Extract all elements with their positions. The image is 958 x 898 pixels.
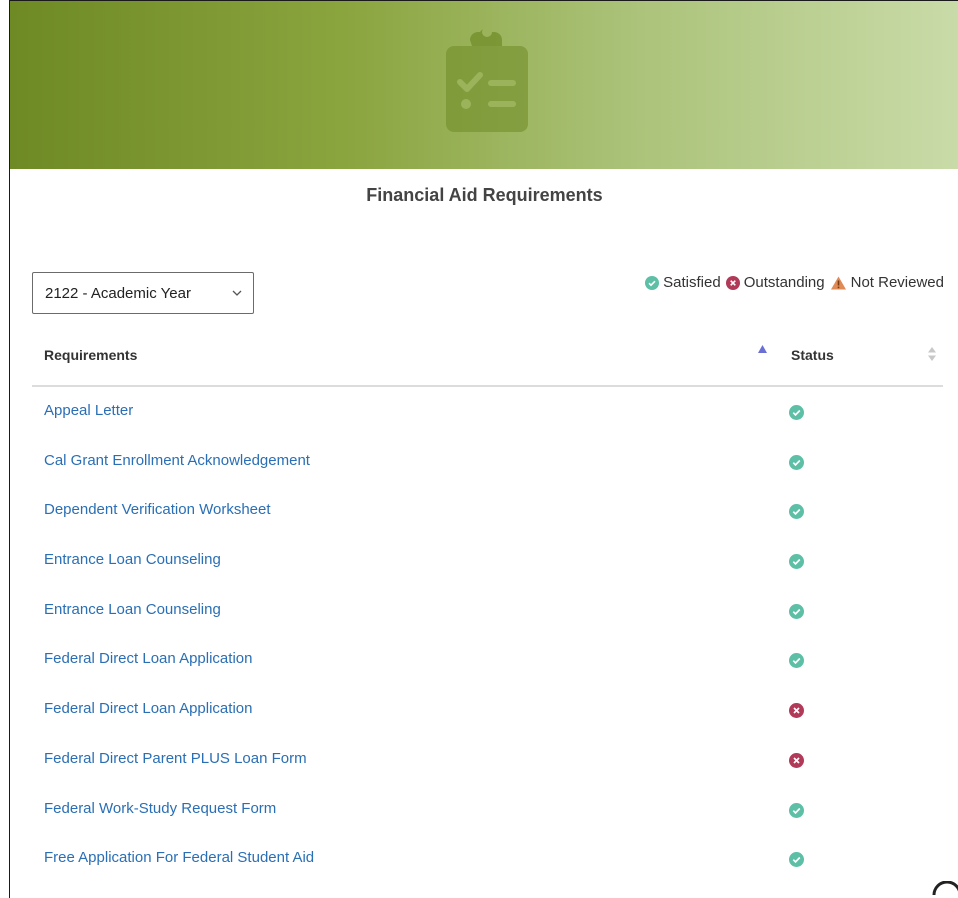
clipboard-checklist-icon bbox=[446, 27, 528, 132]
sort-ascending-icon[interactable] bbox=[758, 345, 767, 353]
header-banner bbox=[10, 1, 958, 169]
requirement-link[interactable]: Federal Direct Loan Application bbox=[44, 700, 252, 717]
requirement-link[interactable]: Free Application For Federal Student Aid bbox=[44, 849, 314, 866]
x-circle-icon bbox=[789, 752, 804, 768]
page-title: Financial Aid Requirements bbox=[366, 185, 603, 205]
requirements-card: Financial Aid Requirements 2122 - Academ… bbox=[9, 0, 958, 898]
legend-satisfied: Satisfied bbox=[645, 274, 721, 291]
x-circle-icon bbox=[789, 703, 804, 719]
table-row: Entrance Loan Counseling bbox=[32, 537, 943, 587]
requirement-link[interactable]: Federal Direct Parent PLUS Loan Form bbox=[44, 750, 307, 767]
check-circle-icon bbox=[645, 275, 660, 290]
chevron-down-icon bbox=[232, 290, 242, 296]
requirement-link[interactable]: Entrance Loan Counseling bbox=[44, 601, 221, 618]
table-row: Federal Direct Loan Application bbox=[32, 636, 943, 686]
table-row: Appeal Letter bbox=[32, 388, 943, 438]
check-circle-icon bbox=[789, 504, 804, 520]
table-row: Free Application For Federal Student Aid bbox=[32, 835, 943, 885]
status-legend: Satisfied Outstanding Not Reviewed bbox=[640, 274, 944, 291]
requirement-link[interactable]: Federal Work-Study Request Form bbox=[44, 800, 276, 817]
column-header-status[interactable]: Status bbox=[791, 347, 834, 363]
check-circle-icon bbox=[789, 802, 804, 818]
check-circle-icon bbox=[789, 653, 804, 669]
requirement-link[interactable]: Cal Grant Enrollment Acknowledgement bbox=[44, 452, 310, 469]
table-row: Cal Grant Enrollment Acknowledgement bbox=[32, 438, 943, 488]
requirement-link[interactable]: Entrance Loan Counseling bbox=[44, 551, 221, 568]
requirements-list: Appeal Letter Cal Grant Enrollment Acknow… bbox=[32, 388, 943, 885]
check-circle-icon bbox=[789, 454, 804, 470]
requirement-link[interactable]: Dependent Verification Worksheet bbox=[44, 501, 271, 518]
legend-not-reviewed: Not Reviewed bbox=[830, 274, 944, 291]
check-circle-icon bbox=[789, 603, 804, 619]
corner-indicator-icon bbox=[932, 881, 958, 896]
table-row: Federal Work-Study Request Form bbox=[32, 786, 943, 836]
requirement-link[interactable]: Federal Direct Loan Application bbox=[44, 650, 252, 667]
academic-year-select[interactable]: 2122 - Academic Year bbox=[32, 272, 254, 314]
table-row: Federal Direct Loan Application bbox=[32, 686, 943, 736]
table-row: Entrance Loan Counseling bbox=[32, 587, 943, 637]
academic-year-value: 2122 - Academic Year bbox=[45, 284, 191, 302]
table-row: Federal Direct Parent PLUS Loan Form bbox=[32, 736, 943, 786]
table-row: Dependent Verification Worksheet bbox=[32, 487, 943, 537]
check-circle-icon bbox=[789, 554, 804, 570]
table-header: Requirements Status bbox=[32, 331, 943, 387]
column-header-requirements[interactable]: Requirements bbox=[44, 347, 137, 363]
requirement-link[interactable]: Appeal Letter bbox=[44, 402, 133, 419]
check-circle-icon bbox=[789, 852, 804, 868]
check-circle-icon bbox=[789, 405, 804, 420]
legend-outstanding: Outstanding bbox=[725, 274, 825, 291]
x-circle-icon bbox=[725, 275, 740, 290]
sort-unsorted-icon[interactable] bbox=[928, 347, 936, 361]
warning-triangle-icon bbox=[830, 276, 846, 289]
